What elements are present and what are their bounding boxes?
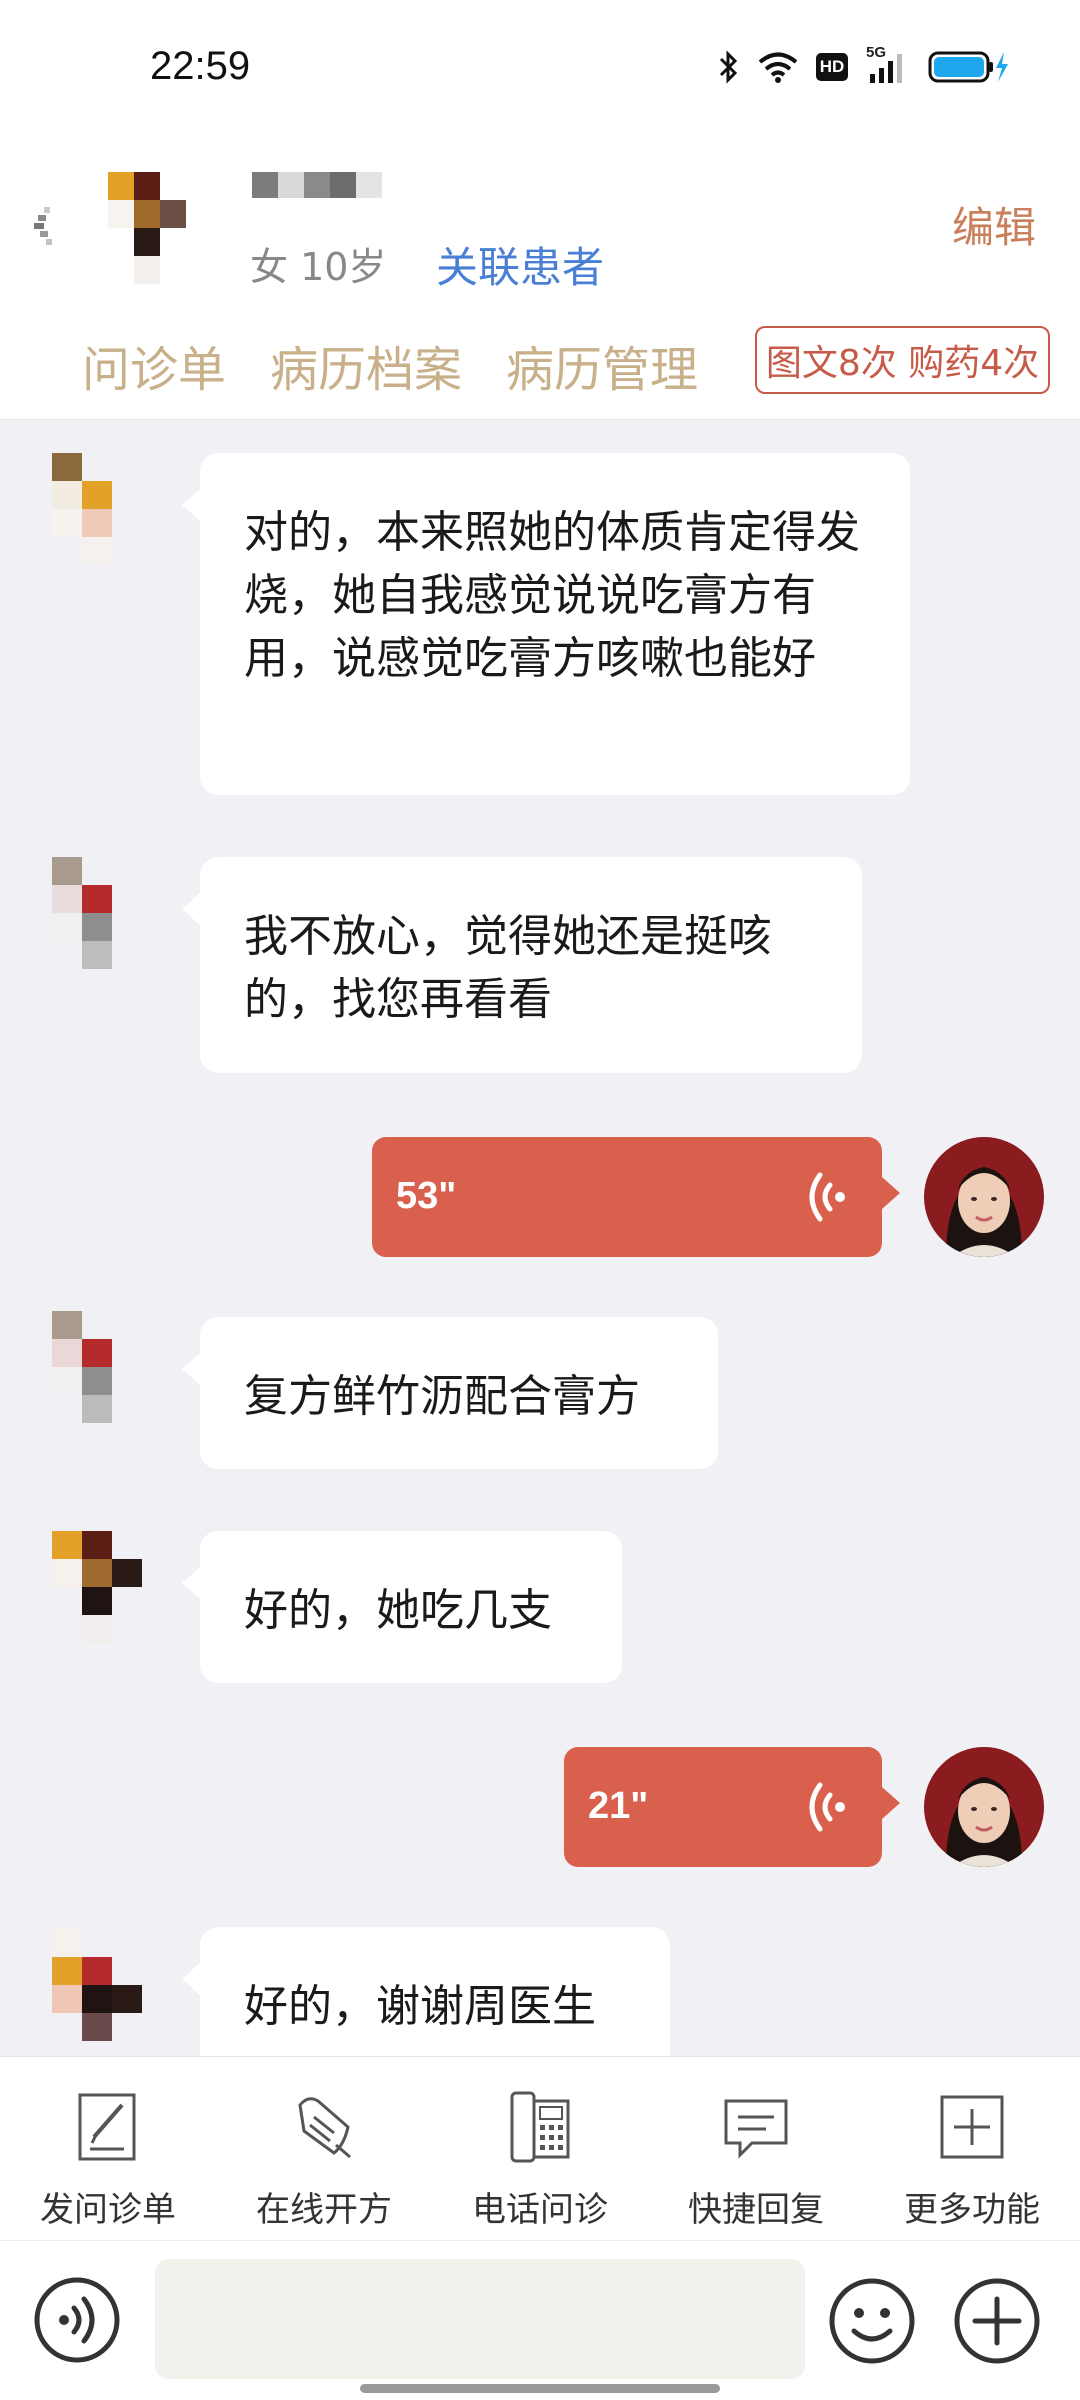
message-bubble[interactable]: 好的，她吃几支 (182, 1531, 622, 1683)
back-arrow-icon[interactable] (30, 197, 70, 257)
function-toolbar: 发问诊单 在线开方 电话问诊 快捷回复 更多功能 (0, 2056, 1080, 2240)
quick-reply-button[interactable]: 快捷回复 (648, 2057, 864, 2241)
toolbar-label: 更多功能 (904, 2190, 1040, 2230)
voice-duration: 53" (396, 1175, 457, 1217)
phone-consult-button[interactable]: 电话问诊 (432, 2057, 648, 2241)
message-text: 复方鲜竹沥配合膏方 (244, 1371, 640, 1422)
bluetooth-icon (719, 50, 738, 84)
toolbar-label: 在线开方 (256, 2190, 392, 2230)
message-text: 我不放心，觉得她还是挺咳的，找您再看看 (244, 911, 772, 1025)
message-input-bar (0, 2240, 1080, 2400)
toolbar-label: 电话问诊 (472, 2190, 608, 2230)
online-prescription-button[interactable]: 在线开方 (216, 2057, 432, 2241)
more-functions-button[interactable]: 更多功能 (864, 2057, 1080, 2241)
emoji-icon[interactable] (828, 2277, 916, 2365)
form-edit-icon (78, 2093, 136, 2161)
hd-icon: HD (816, 53, 848, 81)
doctor-avatar[interactable] (924, 1747, 1044, 1867)
toolbar-label: 快捷回复 (688, 2190, 824, 2230)
status-icons: HD 5G (718, 44, 1010, 84)
voice-message-bubble[interactable]: 21" (564, 1747, 900, 1867)
battery-charging-icon (928, 51, 1008, 83)
quick-reply-icon (724, 2099, 788, 2159)
tab-medical-records[interactable]: 病历档案 (270, 330, 462, 400)
doctor-avatar[interactable] (924, 1137, 1044, 1257)
voice-duration: 21" (588, 1785, 649, 1827)
home-indicator[interactable] (360, 2384, 720, 2393)
message-text: 好的，谢谢周医生 (244, 1981, 596, 2032)
message-bubble[interactable]: 对的，本来照她的体质肯定得发烧，她自我感觉说说吃膏方有用，说感觉吃膏方咳嗽也能好 (182, 453, 910, 795)
message-text: 好的，她吃几支 (244, 1585, 552, 1636)
patient-avatar[interactable] (26, 453, 146, 573)
tab-record-management[interactable]: 病历管理 (506, 330, 698, 400)
tab-consultation-form[interactable]: 问诊单 (82, 330, 226, 400)
patient-avatar[interactable] (26, 1311, 146, 1431)
voice-wave-icon (809, 1172, 845, 1222)
cellular-5g-icon: 5G (866, 44, 910, 84)
patient-name-redacted (252, 172, 382, 198)
patient-avatar[interactable] (26, 1929, 146, 2049)
edit-button[interactable]: 编辑 (952, 194, 1036, 255)
send-form-button[interactable]: 发问诊单 (0, 2057, 216, 2241)
message-input[interactable] (155, 2259, 805, 2379)
chat-header: 女 10岁 关联患者 编辑 问诊单 病历档案 病历管理 图文8次 购药4次 (0, 140, 1080, 420)
message-bubble[interactable]: 复方鲜竹沥配合膏方 (182, 1317, 718, 1469)
message-text: 对的，本来照她的体质肯定得发烧，她自我感觉说说吃膏方有用，说感觉吃膏方咳嗽也能好 (244, 507, 860, 684)
patient-avatar[interactable] (26, 1531, 146, 1651)
voice-input-toggle-icon[interactable] (32, 2275, 122, 2365)
prescription-icon (298, 2097, 351, 2159)
message-bubble[interactable]: 我不放心，觉得她还是挺咳的，找您再看看 (182, 857, 862, 1073)
voice-message-bubble[interactable]: 53" (372, 1137, 900, 1257)
message-bubble[interactable]: 好的，谢谢周医生 (182, 1927, 670, 2056)
voice-wave-icon (809, 1782, 845, 1832)
phone-consult-icon (510, 2091, 570, 2163)
status-time: 22:59 (150, 44, 251, 88)
chat-message-list[interactable]: 对的，本来照她的体质肯定得发烧，她自我感觉说说吃膏方有用，说感觉吃膏方咳嗽也能好… (0, 421, 1080, 2056)
wifi-icon (758, 52, 798, 83)
status-bar: 22:59 HD 5G (0, 0, 1080, 140)
service-count-badge[interactable]: 图文8次 购药4次 (755, 326, 1050, 394)
more-functions-icon (940, 2095, 1004, 2159)
patient-avatar[interactable] (26, 857, 146, 977)
patient-avatar[interactable] (108, 162, 208, 292)
related-patient-link[interactable]: 关联患者 (436, 234, 604, 295)
patient-gender-age: 女 10岁 (250, 245, 387, 289)
add-attachment-icon[interactable] (953, 2277, 1041, 2365)
toolbar-label: 发问诊单 (40, 2190, 176, 2230)
